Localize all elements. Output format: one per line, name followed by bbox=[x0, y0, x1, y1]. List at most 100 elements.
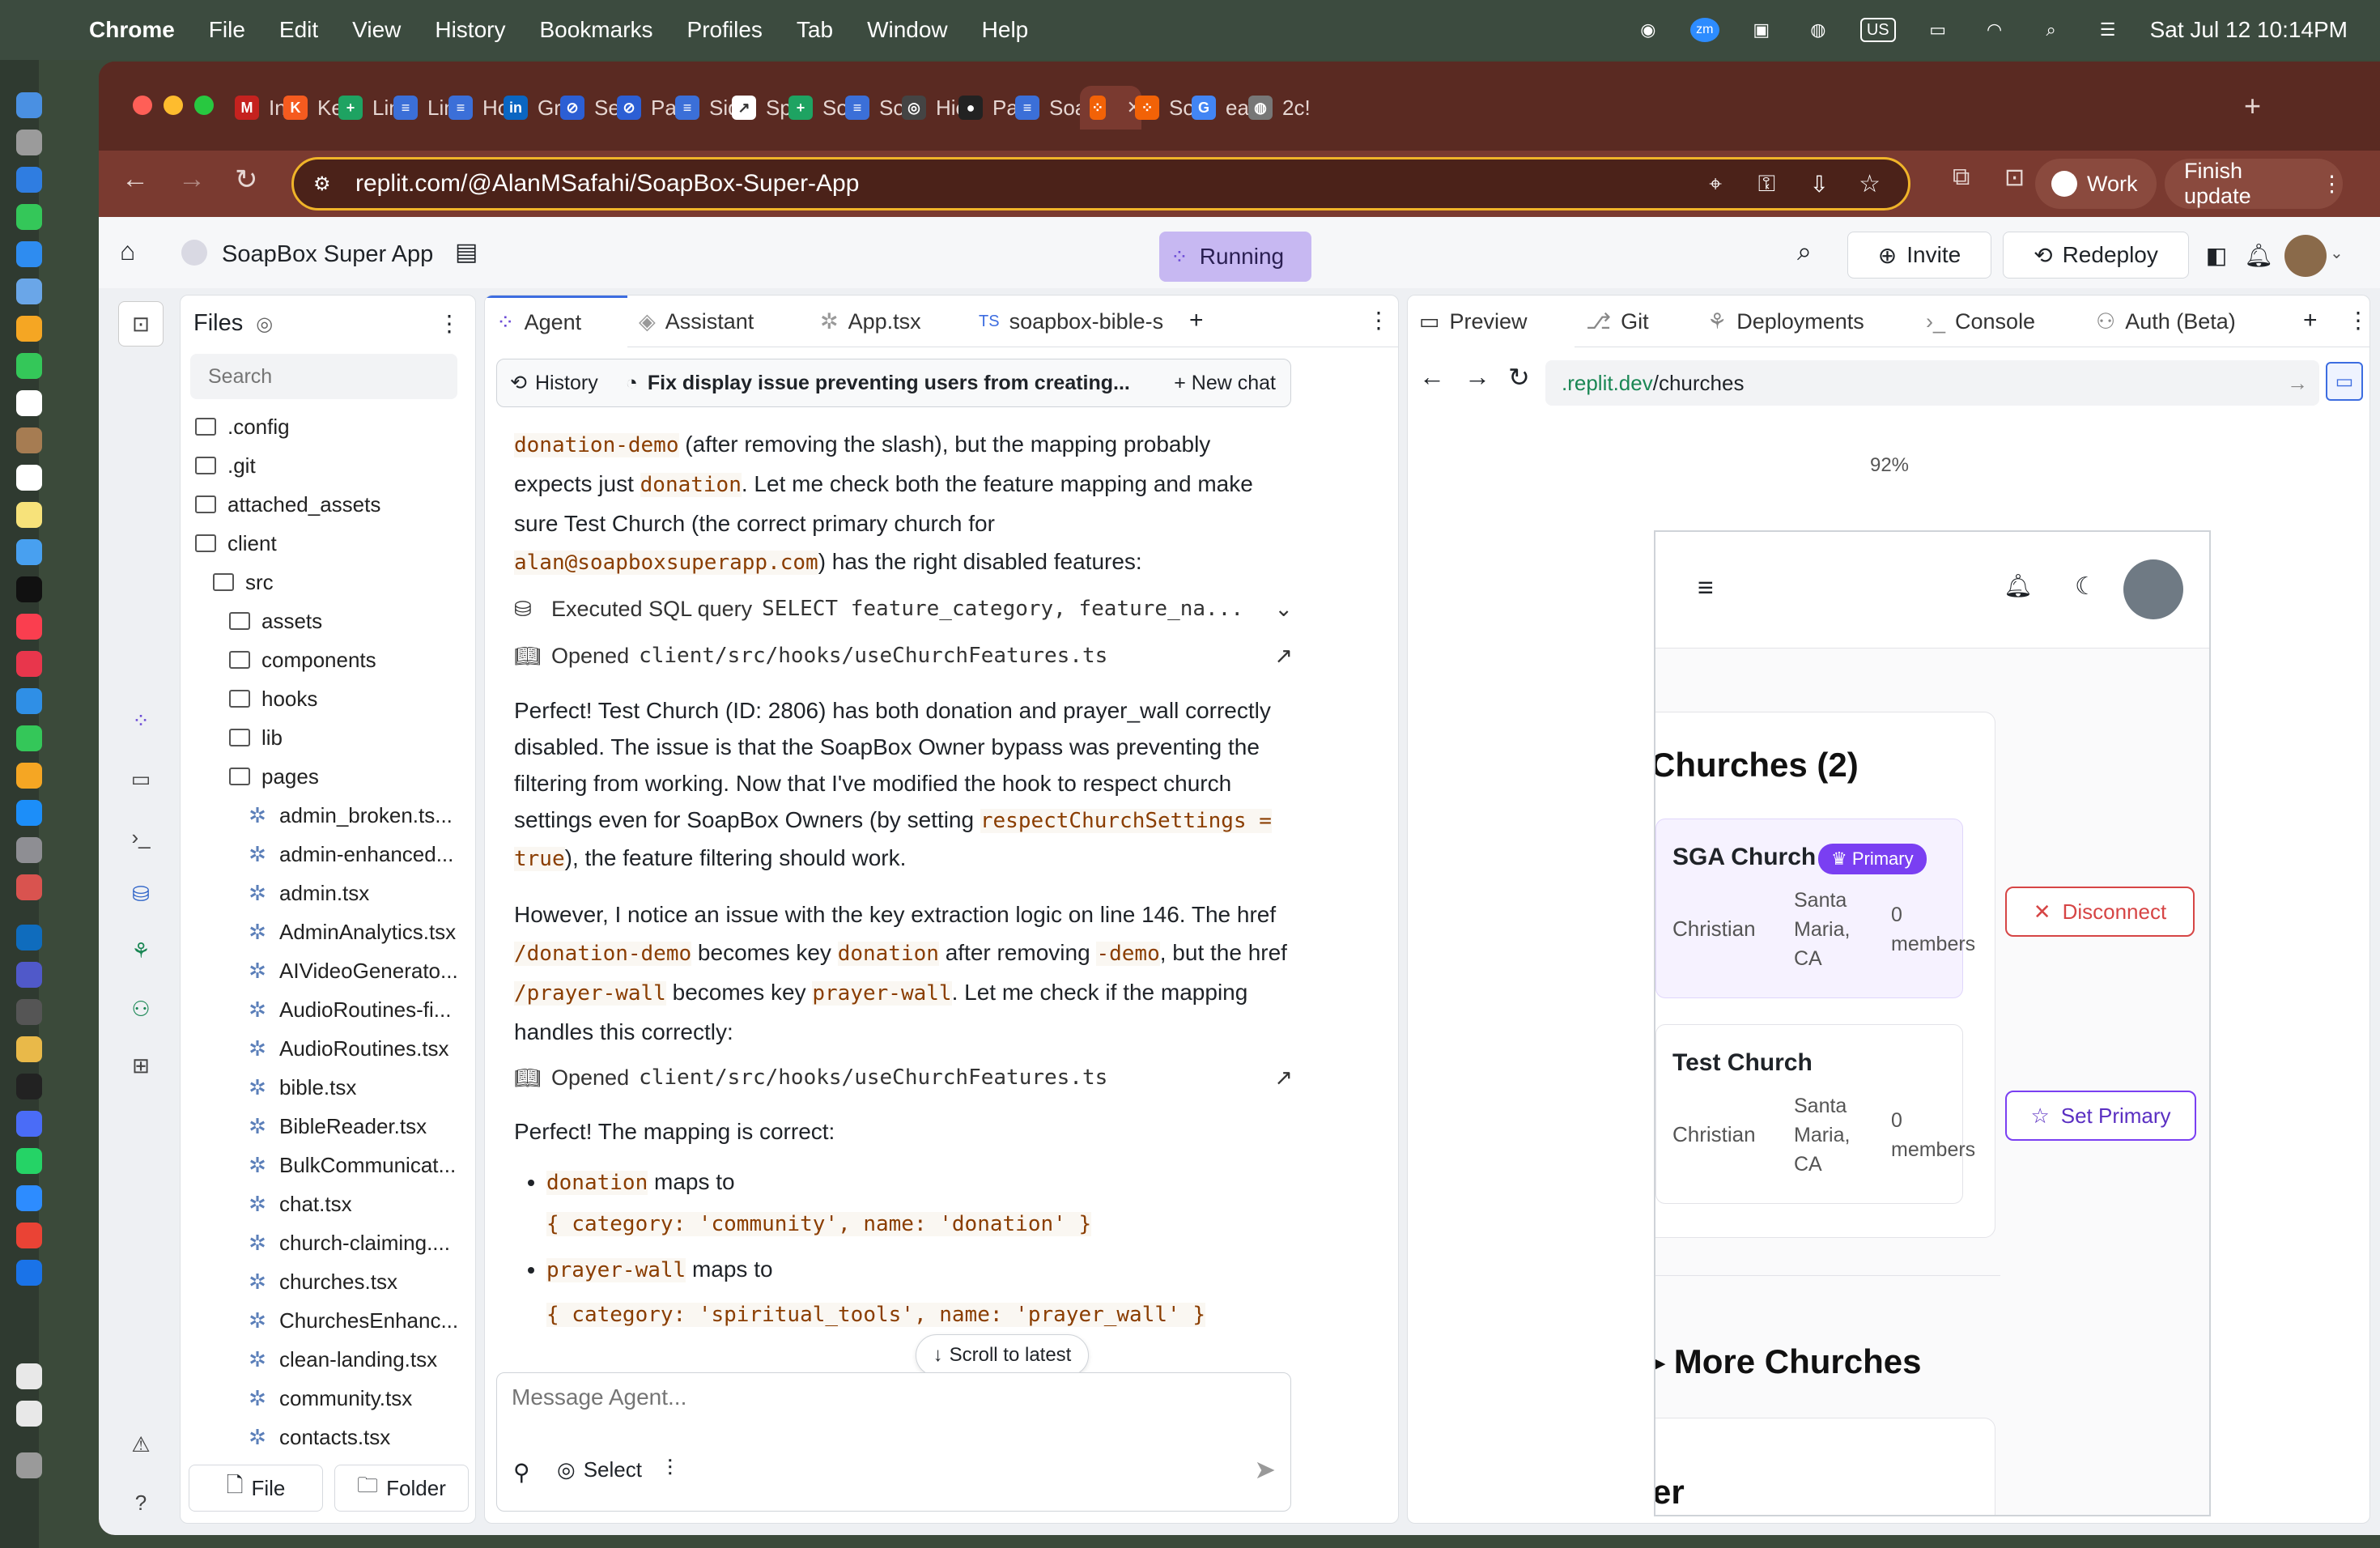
new-file-button[interactable]: 🗋︎ File bbox=[189, 1465, 323, 1512]
outlook-dock-icon[interactable] bbox=[16, 925, 42, 950]
input-source-indicator[interactable]: US bbox=[1859, 18, 1896, 42]
menu-tab[interactable]: Tab bbox=[797, 17, 833, 43]
file-tree-file[interactable]: ✲ chat.tsx bbox=[247, 1188, 352, 1220]
console-tool-icon[interactable]: ›_ bbox=[125, 821, 157, 853]
tab-auth[interactable]: ⚇ Auth (Beta) bbox=[2085, 296, 2287, 347]
file-tree-file[interactable]: ✲ AIVideoGenerato... bbox=[247, 955, 458, 987]
more-menu-icon[interactable]: ⋮ bbox=[2321, 172, 2343, 197]
battery-icon[interactable]: ▭ bbox=[1923, 18, 1953, 42]
file-tree-file[interactable]: ✲ community.tsx bbox=[247, 1382, 412, 1414]
chat-title[interactable]: Fix display issue preventing users from … bbox=[648, 372, 1130, 395]
settings-icon[interactable] bbox=[16, 837, 42, 863]
file-tree-file[interactable]: ✲ AudioRoutines.tsx bbox=[247, 1032, 448, 1065]
keynote-icon[interactable] bbox=[16, 688, 42, 714]
menu-window[interactable]: Window bbox=[867, 17, 948, 43]
file-tree-file[interactable]: ✲ church-claiming.... bbox=[247, 1227, 450, 1259]
tool-call-open-file[interactable]: 📖︎ Opened client/src/hooks/useChurchFeat… bbox=[514, 632, 1291, 679]
close-window-button[interactable] bbox=[133, 96, 152, 115]
tab-agent[interactable]: ⁘ Agent bbox=[485, 296, 627, 347]
set-primary-button[interactable]: ☆ Set Primary bbox=[2005, 1091, 2196, 1141]
auth-tool-icon[interactable]: ⚇ bbox=[125, 993, 157, 1025]
file-tree-file[interactable]: ✲ admin.tsx bbox=[247, 877, 369, 909]
tab-deployments[interactable]: ⚘ Deployments bbox=[1696, 296, 1915, 347]
app-icon[interactable] bbox=[16, 1260, 42, 1286]
preview-tool-icon[interactable]: ▭ bbox=[125, 763, 157, 795]
forward-button[interactable]: → bbox=[178, 164, 206, 195]
preview-forward-button[interactable]: → bbox=[1464, 362, 1490, 392]
file-tree-folder[interactable]: src bbox=[213, 566, 274, 598]
tab-search-icon[interactable]: ⊡ bbox=[2004, 164, 2025, 192]
zoom-icon[interactable]: zm bbox=[1689, 18, 1719, 42]
news-icon[interactable] bbox=[16, 651, 42, 677]
tool-call-open-file[interactable]: 📖︎ Opened client/src/hooks/useChurchFeat… bbox=[514, 1054, 1291, 1101]
new-chat-button[interactable]: + New chat bbox=[1174, 372, 1276, 395]
profile-button[interactable]: Work bbox=[2035, 159, 2157, 209]
database-tool-icon[interactable]: ⛁ bbox=[125, 878, 157, 910]
notes-icon[interactable] bbox=[16, 502, 42, 528]
preview-menu-icon[interactable]: ⋮ bbox=[2347, 307, 2369, 334]
go-arrow-icon[interactable]: → bbox=[2287, 371, 2308, 396]
file-tree-file[interactable]: ✲ contacts.tsx bbox=[247, 1421, 390, 1453]
file-tree-file[interactable]: ✲ BibleReader.tsx bbox=[247, 1110, 427, 1142]
chevron-down-icon[interactable]: ⌄ bbox=[2330, 243, 2344, 263]
mail-icon[interactable] bbox=[16, 241, 42, 267]
browser-tab[interactable]: ≡ Sid bbox=[675, 86, 740, 130]
redeploy-button[interactable]: ⟲ Redeploy bbox=[2003, 232, 2189, 279]
user-avatar[interactable] bbox=[2123, 559, 2183, 619]
wifi-icon[interactable]: ◠ bbox=[1980, 18, 2009, 42]
menu-clock[interactable]: Sat Jul 12 10:14PM bbox=[2150, 17, 2348, 43]
outlook-icon[interactable]: ▣ bbox=[1747, 18, 1776, 42]
add-tab-icon[interactable]: + bbox=[1189, 307, 1204, 334]
app-icon[interactable] bbox=[16, 999, 42, 1025]
install-app-icon[interactable]: ⇩ bbox=[1810, 171, 1829, 198]
files-menu-icon[interactable]: ⋮ bbox=[438, 310, 461, 337]
file-tree-folder[interactable]: attached_assets bbox=[195, 488, 380, 521]
tab-console[interactable]: ›_ Console bbox=[1915, 296, 2085, 347]
tab-git[interactable]: ⎇ Git bbox=[1575, 296, 1696, 347]
maps-icon[interactable] bbox=[16, 279, 42, 304]
finish-update-button[interactable]: Finish update ⋮ bbox=[2165, 159, 2343, 209]
agent-panel-menu-icon[interactable]: ⋮ bbox=[1367, 307, 1390, 334]
history-button[interactable]: History bbox=[535, 372, 598, 395]
tv-icon[interactable] bbox=[16, 576, 42, 602]
contacts-icon[interactable] bbox=[16, 427, 42, 453]
preview-back-button[interactable]: ← bbox=[1419, 362, 1445, 392]
trash-icon[interactable] bbox=[16, 1452, 42, 1478]
teams-dock-icon[interactable] bbox=[16, 962, 42, 988]
preview-url-bar[interactable]: .replit.dev /churches → bbox=[1545, 360, 2319, 406]
file-tree-file[interactable]: ✲ AdminAnalytics.tsx bbox=[247, 916, 456, 948]
photos-icon[interactable] bbox=[16, 316, 42, 342]
invite-button[interactable]: ⊕ Invite bbox=[1847, 232, 1991, 279]
open-external-icon[interactable]: ↗ bbox=[1274, 1059, 1291, 1097]
select-element-button[interactable]: ◎ Select bbox=[557, 1457, 642, 1482]
document-icon[interactable] bbox=[16, 1401, 42, 1427]
numbers-icon[interactable] bbox=[16, 725, 42, 751]
browser-tab[interactable]: ◍ 2c! bbox=[1248, 86, 1311, 130]
location-icon[interactable]: ⌖ bbox=[1709, 171, 1722, 198]
menu-help[interactable]: Help bbox=[982, 17, 1029, 43]
browser-tab[interactable]: ≡ Lin bbox=[393, 86, 456, 130]
file-tree-file[interactable]: ✲ AudioRoutines-fi... bbox=[247, 993, 451, 1026]
zoom-dock-icon[interactable] bbox=[16, 1185, 42, 1211]
browser-tab[interactable]: ≡ Soa bbox=[1015, 86, 1086, 130]
menu-history[interactable]: History bbox=[435, 17, 505, 43]
back-button[interactable]: ← bbox=[121, 164, 149, 195]
terminal-icon[interactable] bbox=[16, 1074, 42, 1099]
calendar-icon[interactable] bbox=[16, 390, 42, 416]
new-folder-button[interactable]: 🗀︎ Folder bbox=[334, 1465, 469, 1512]
extensions-icon[interactable]: ⧉ bbox=[1953, 164, 1970, 191]
files-tool-icon[interactable]: ⊡ bbox=[118, 301, 164, 347]
zoom-window-button[interactable] bbox=[194, 96, 214, 115]
document-icon[interactable] bbox=[16, 1363, 42, 1389]
run-status-button[interactable]: ⁘ Running bbox=[1159, 232, 1311, 282]
app-store-icon[interactable] bbox=[16, 800, 42, 826]
tab-app-tsx[interactable]: ✲ App.tsx bbox=[809, 296, 967, 347]
freeform-icon[interactable] bbox=[16, 539, 42, 565]
grammarly-icon[interactable]: ◉ bbox=[1634, 18, 1663, 42]
church-card[interactable]: Test Church Christian Santa Maria, CA 0 … bbox=[1655, 1024, 1975, 1204]
file-tree-folder[interactable]: .config bbox=[195, 410, 290, 443]
chrome-icon[interactable] bbox=[16, 1223, 42, 1248]
whatsapp-icon[interactable] bbox=[16, 1148, 42, 1174]
open-external-icon[interactable]: ↗ bbox=[1274, 637, 1291, 675]
chevron-down-icon[interactable]: ⌄ bbox=[1274, 590, 1291, 628]
